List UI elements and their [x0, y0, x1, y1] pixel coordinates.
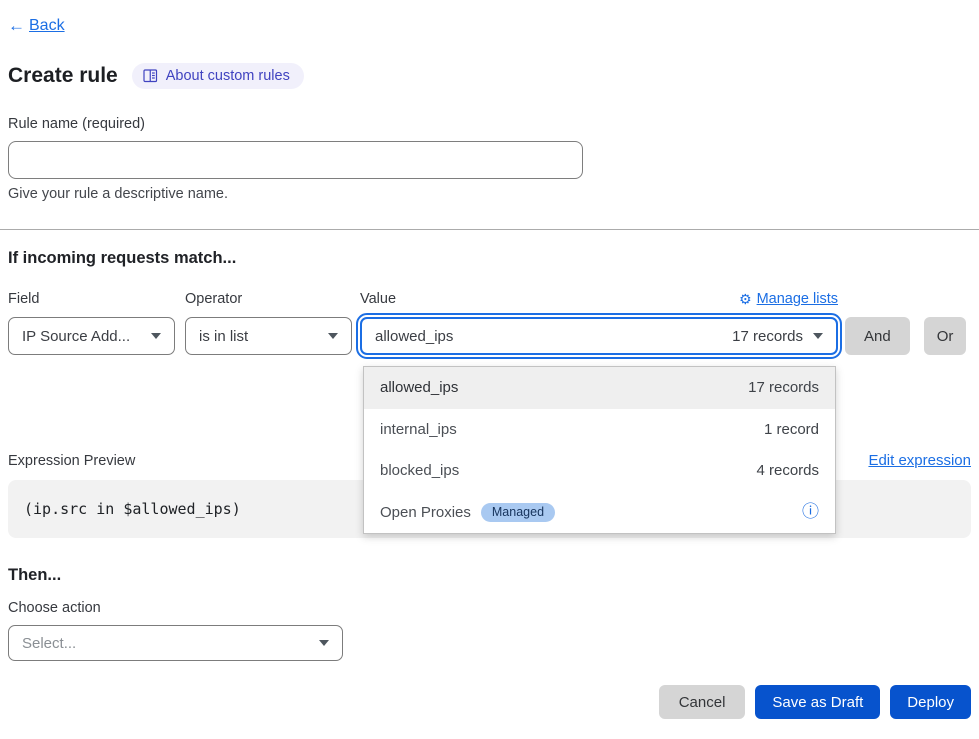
edit-expression-link[interactable]: Edit expression [868, 452, 971, 469]
expression-preview-label: Expression Preview [8, 453, 135, 469]
list-option-records: 17 records [748, 379, 819, 396]
footer-actions: Cancel Save as Draft Deploy [659, 685, 971, 719]
chevron-down-icon [319, 640, 329, 646]
chevron-down-icon [813, 333, 823, 339]
then-heading: Then... [8, 566, 61, 585]
list-option-internal-ips[interactable]: internal_ips 1 record [364, 409, 835, 451]
title-row: Create rule About custom rules [8, 63, 304, 89]
operator-label: Operator [185, 291, 242, 307]
action-select[interactable]: Select... [8, 625, 343, 661]
or-button[interactable]: Or [924, 317, 967, 355]
section-divider [0, 229, 979, 230]
book-icon [143, 69, 158, 83]
gear-icon: ⚙ [739, 291, 752, 308]
list-option-open-proxies[interactable]: Open Proxies Managed ⓘ [364, 492, 835, 534]
field-select[interactable]: IP Source Add... [8, 317, 175, 355]
field-label: Field [8, 291, 39, 307]
manage-lists-link[interactable]: ⚙ Manage lists [739, 291, 838, 308]
list-option-allowed-ips[interactable]: allowed_ips 17 records [364, 367, 835, 409]
about-custom-rules-label: About custom rules [166, 68, 290, 84]
lists-dropdown: allowed_ips 17 records internal_ips 1 re… [363, 366, 836, 534]
back-link[interactable]: ←Back [8, 16, 65, 36]
managed-badge: Managed [481, 503, 555, 522]
value-select[interactable]: allowed_ips 17 records [360, 317, 838, 355]
about-custom-rules-badge[interactable]: About custom rules [132, 63, 304, 89]
info-icon[interactable]: ⓘ [802, 504, 819, 521]
list-option-name: internal_ips [380, 421, 457, 438]
expression-code: (ip.src in $allowed_ips) [24, 500, 241, 518]
page-title: Create rule [8, 64, 118, 88]
chevron-down-icon [151, 333, 161, 339]
choose-action-label: Choose action [8, 600, 343, 616]
back-arrow-icon: ← [8, 16, 25, 36]
value-selected-name: allowed_ips [375, 328, 453, 345]
action-select-placeholder: Select... [22, 635, 76, 652]
list-option-name: Open Proxies [380, 504, 471, 521]
value-label: Value [360, 291, 396, 307]
cancel-button[interactable]: Cancel [659, 685, 746, 719]
field-column: Field IP Source Add... [8, 289, 175, 355]
value-records-count: 17 records [732, 328, 803, 345]
rule-name-label: Rule name (required) [8, 116, 583, 132]
operator-select[interactable]: is in list [185, 317, 352, 355]
rule-name-helper: Give your rule a descriptive name. [8, 186, 583, 202]
manage-lists-label: Manage lists [757, 291, 838, 307]
list-option-blocked-ips[interactable]: blocked_ips 4 records [364, 450, 835, 492]
choose-action-group: Choose action Select... [8, 600, 343, 661]
rule-name-group: Rule name (required) Give your rule a de… [8, 116, 583, 202]
match-heading: If incoming requests match... [8, 249, 236, 268]
condition-row: Field IP Source Add... Operator is in li… [8, 289, 966, 355]
field-select-value: IP Source Add... [22, 328, 130, 345]
list-option-name: blocked_ips [380, 462, 459, 479]
list-option-records: 4 records [756, 462, 819, 479]
save-as-draft-button[interactable]: Save as Draft [755, 685, 880, 719]
back-link-label: Back [29, 17, 65, 35]
chevron-down-icon [328, 333, 338, 339]
deploy-button[interactable]: Deploy [890, 685, 971, 719]
value-column: Value ⚙ Manage lists allowed_ips 17 reco… [360, 289, 838, 355]
operator-select-value: is in list [199, 328, 248, 345]
operator-column: Operator is in list [185, 289, 352, 355]
rule-name-input[interactable] [8, 141, 583, 179]
and-button[interactable]: And [845, 317, 910, 355]
list-option-records: 1 record [764, 421, 819, 438]
list-option-name: allowed_ips [380, 379, 458, 396]
